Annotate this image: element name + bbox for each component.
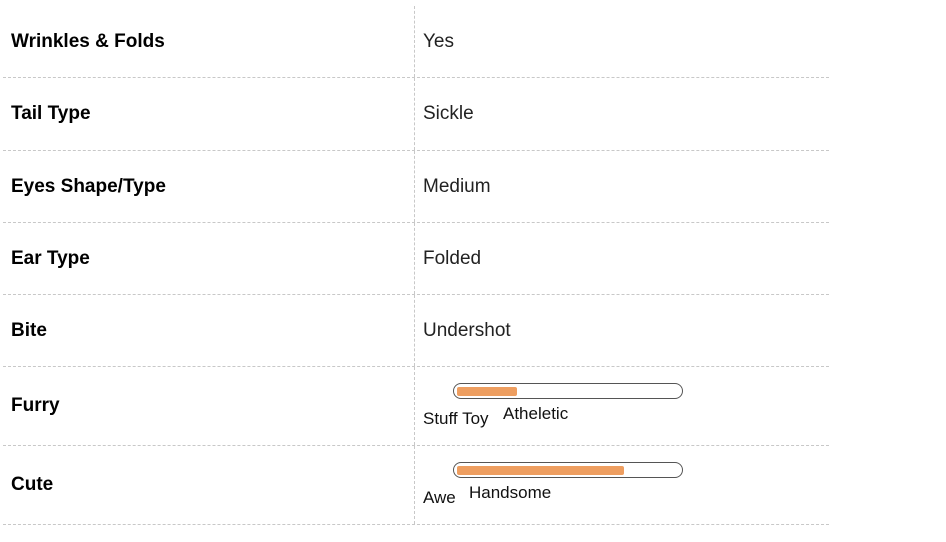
trait-label: Bite xyxy=(3,295,415,366)
trait-label: Furry xyxy=(3,367,415,445)
meter-track xyxy=(453,383,683,399)
table-row-meter: Cute Awe Handsome xyxy=(3,446,829,525)
meter-max-label: Handsome xyxy=(469,483,552,502)
trait-value: Sickle xyxy=(423,103,474,124)
trait-meter-cell: Awe Handsome xyxy=(415,446,829,524)
table-row-meter: Furry Stuff Toy Atheletic xyxy=(3,367,829,446)
meter-fill xyxy=(457,387,517,396)
trait-value: Folded xyxy=(423,247,482,269)
meter-track xyxy=(453,462,683,478)
trait-label: Ear Type xyxy=(3,223,415,294)
trait-value: Undershot xyxy=(423,319,511,341)
trait-label: Eyes Shape/Type xyxy=(3,151,415,222)
table-row: Ear Type Folded xyxy=(3,223,829,295)
meter-min-label: Stuff Toy xyxy=(423,409,489,428)
trait-meter: Awe Handsome xyxy=(423,446,723,524)
table-row: Wrinkles & Folds Yes xyxy=(3,6,829,78)
trait-label: Cute xyxy=(3,446,415,524)
trait-label: Wrinkles & Folds xyxy=(3,6,415,77)
table-row: Tail Type Sickle xyxy=(3,78,829,151)
table-row: Bite Undershot xyxy=(3,295,829,367)
trait-value: Yes xyxy=(423,30,454,52)
breed-traits-table: Wrinkles & Folds Yes Tail Type Sickle Ey… xyxy=(3,6,829,525)
trait-meter: Stuff Toy Atheletic xyxy=(423,367,723,445)
meter-max-label: Atheletic xyxy=(503,404,569,423)
trait-value: Medium xyxy=(423,175,491,197)
table-row: Eyes Shape/Type Medium xyxy=(3,151,829,223)
trait-label: Tail Type xyxy=(3,78,415,150)
trait-meter-cell: Stuff Toy Atheletic xyxy=(415,367,829,445)
meter-min-label: Awe xyxy=(423,488,456,507)
meter-fill xyxy=(457,466,624,475)
